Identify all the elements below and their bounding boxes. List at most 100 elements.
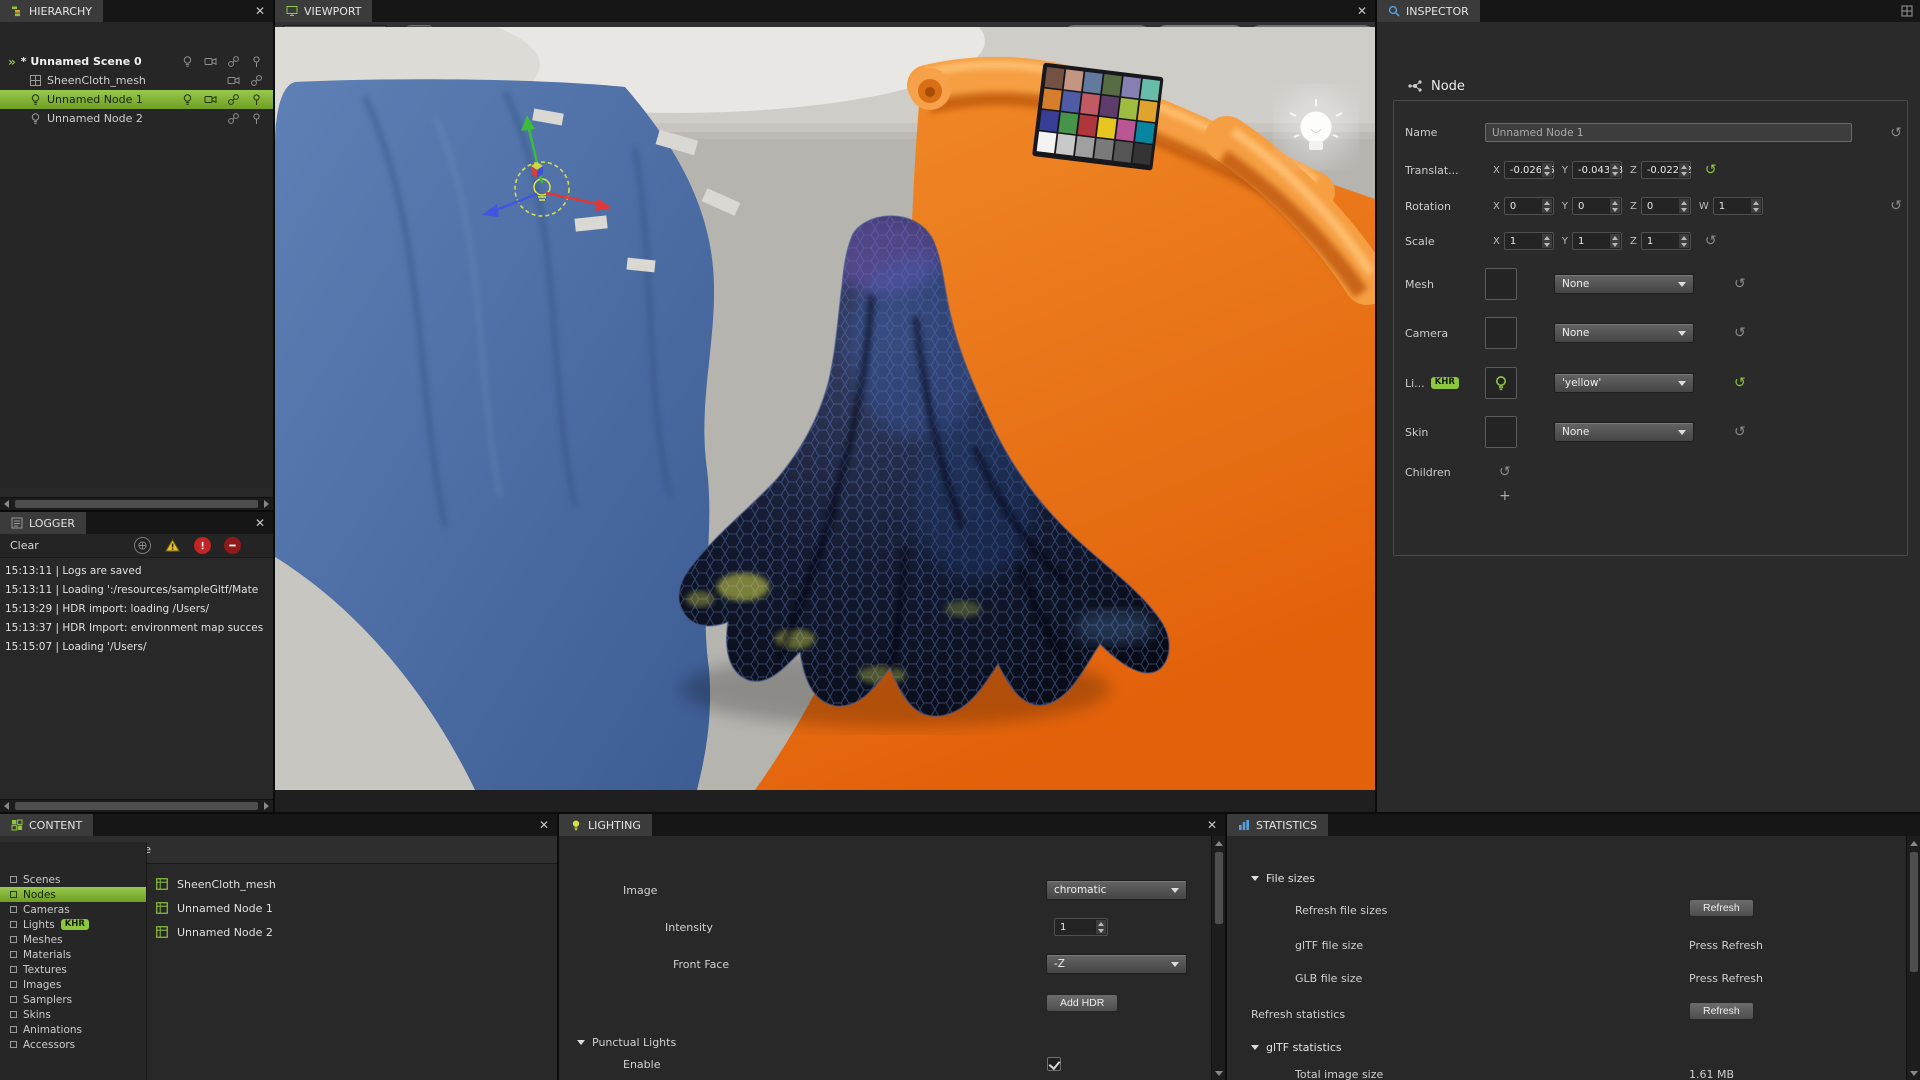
tab-statistics[interactable]: STATISTICS [1227,814,1328,836]
sidebar-item-samplers[interactable]: Samplers [0,992,146,1007]
camera-icon[interactable] [204,55,217,68]
skin-undo-icon[interactable]: ↺ [1734,425,1746,439]
refresh-statistics-button[interactable]: Refresh [1689,1002,1754,1020]
tab-lighting[interactable]: LIGHTING [559,814,652,836]
translation-y-field[interactable]: -0.04388 [1572,161,1622,179]
add-child-button[interactable]: + [1499,488,1511,504]
spinner[interactable] [1678,163,1689,177]
scroll-left-icon[interactable] [0,800,13,812]
sidebar-item-lights[interactable]: LightsKHR [0,917,146,932]
clear-button[interactable]: Clear [10,539,39,552]
sidebar-item-cameras[interactable]: Cameras [0,902,146,917]
list-item[interactable]: Unnamed Node 2 [147,920,557,944]
log-filter-info-icon[interactable] [134,537,151,554]
camera-slot[interactable] [1485,317,1517,349]
spinner[interactable] [1609,199,1620,213]
hierarchy-close-icon[interactable]: ✕ [247,0,273,22]
scale-undo-icon[interactable]: ↺ [1705,234,1717,248]
sidebar-item-meshes[interactable]: Meshes [0,932,146,947]
translation-z-field[interactable]: -0.02292 [1641,161,1691,179]
light-dropdown[interactable]: 'yellow' [1554,373,1694,393]
lighting-close-icon[interactable]: ✕ [1199,814,1225,836]
log-filter-critical-icon[interactable] [224,537,241,554]
front-face-dropdown[interactable]: -Z [1046,954,1187,974]
tab-inspector[interactable]: INSPECTOR [1377,0,1480,22]
file-sizes-section[interactable]: File sizes [1251,872,1315,885]
tab-content[interactable]: CONTENT [0,814,93,836]
content-close-icon[interactable]: ✕ [531,814,557,836]
enable-checkbox[interactable] [1047,1057,1061,1071]
spinner[interactable] [1678,199,1689,213]
spinner[interactable] [1095,920,1106,934]
hierarchy-hscrollbar[interactable] [0,497,273,510]
rotation-z-field[interactable]: 0 [1641,197,1691,215]
scale-z-field[interactable]: 1 [1641,232,1691,250]
logger-close-icon[interactable]: ✕ [247,512,273,534]
image-dropdown[interactable]: chromatic [1046,880,1187,900]
camera-undo-icon[interactable]: ↺ [1734,326,1746,340]
sidebar-item-images[interactable]: Images [0,977,146,992]
rotation-w-field[interactable]: 1 [1713,197,1763,215]
viewport-canvas[interactable] [275,27,1375,790]
mesh-dropdown[interactable]: None [1554,274,1694,294]
mesh-slot[interactable] [1485,268,1517,300]
tree-row-scene[interactable]: » * Unnamed Scene 0 [0,52,273,71]
skin-slot[interactable] [1485,416,1517,448]
spinner[interactable] [1541,199,1552,213]
spinner[interactable] [1541,234,1552,248]
scroll-down-icon[interactable] [1907,1066,1920,1080]
panel-layout-icon[interactable] [1894,0,1920,22]
camera-dropdown[interactable]: None [1554,323,1694,343]
link-icon[interactable] [250,74,263,87]
rotation-undo-icon[interactable]: ↺ [1890,199,1902,213]
name-input[interactable] [1485,123,1852,142]
camera-icon[interactable] [227,74,240,87]
scale-x-field[interactable]: 1 [1504,232,1554,250]
spinner[interactable] [1609,163,1620,177]
expander-icon[interactable]: » [8,55,16,69]
scroll-down-icon[interactable] [1212,1066,1225,1080]
mesh-undo-icon[interactable]: ↺ [1734,277,1746,291]
viewport-close-icon[interactable]: ✕ [1349,0,1375,22]
sidebar-item-animations[interactable]: Animations [0,1022,146,1037]
sidebar-item-materials[interactable]: Materials [0,947,146,962]
list-item[interactable]: Unnamed Node 1 [147,896,557,920]
sidebar-item-skins[interactable]: Skins [0,1007,146,1022]
skin-dropdown[interactable]: None [1554,422,1694,442]
tab-logger[interactable]: LOGGER [0,512,86,534]
link-icon[interactable] [227,112,240,125]
link-icon[interactable] [227,55,240,68]
scroll-thumb[interactable] [1910,852,1918,972]
environment-light-icon[interactable] [1280,91,1352,163]
scroll-thumb[interactable] [15,500,258,508]
gltf-statistics-section[interactable]: glTF statistics [1251,1041,1342,1054]
scroll-right-icon[interactable] [260,498,273,510]
refresh-file-sizes-button[interactable]: Refresh [1689,899,1754,917]
sidebar-item-nodes[interactable]: Nodes [0,887,146,902]
lighting-vscrollbar[interactable] [1211,836,1225,1080]
spinner[interactable] [1541,163,1552,177]
list-item[interactable]: SheenCloth_mesh [147,872,557,896]
log-filter-warning-icon[interactable] [164,537,181,554]
link-icon[interactable] [227,93,240,106]
sidebar-item-textures[interactable]: Textures [0,962,146,977]
logger-hscrollbar[interactable] [0,799,273,812]
scroll-left-icon[interactable] [0,498,13,510]
sidebar-item-scenes[interactable]: Scenes [0,872,146,887]
rotation-y-field[interactable]: 0 [1572,197,1622,215]
scroll-up-icon[interactable] [1212,836,1225,850]
spinner[interactable] [1678,234,1689,248]
scroll-right-icon[interactable] [260,800,273,812]
tree-row-mesh[interactable]: SheenCloth_mesh [0,71,273,90]
bulb-icon[interactable] [181,93,194,106]
pin-icon[interactable] [250,55,263,68]
children-undo-icon[interactable]: ↺ [1499,465,1511,479]
tree-row-node2[interactable]: Unnamed Node 2 [0,109,273,128]
scale-y-field[interactable]: 1 [1572,232,1622,250]
pin-icon[interactable] [250,112,263,125]
spinner[interactable] [1609,234,1620,248]
translation-undo-icon[interactable]: ↺ [1705,163,1717,177]
tab-hierarchy[interactable]: HIERARCHY [0,0,103,22]
bulb-icon[interactable] [181,55,194,68]
tree-row-node1-selected[interactable]: Unnamed Node 1 [0,90,273,109]
